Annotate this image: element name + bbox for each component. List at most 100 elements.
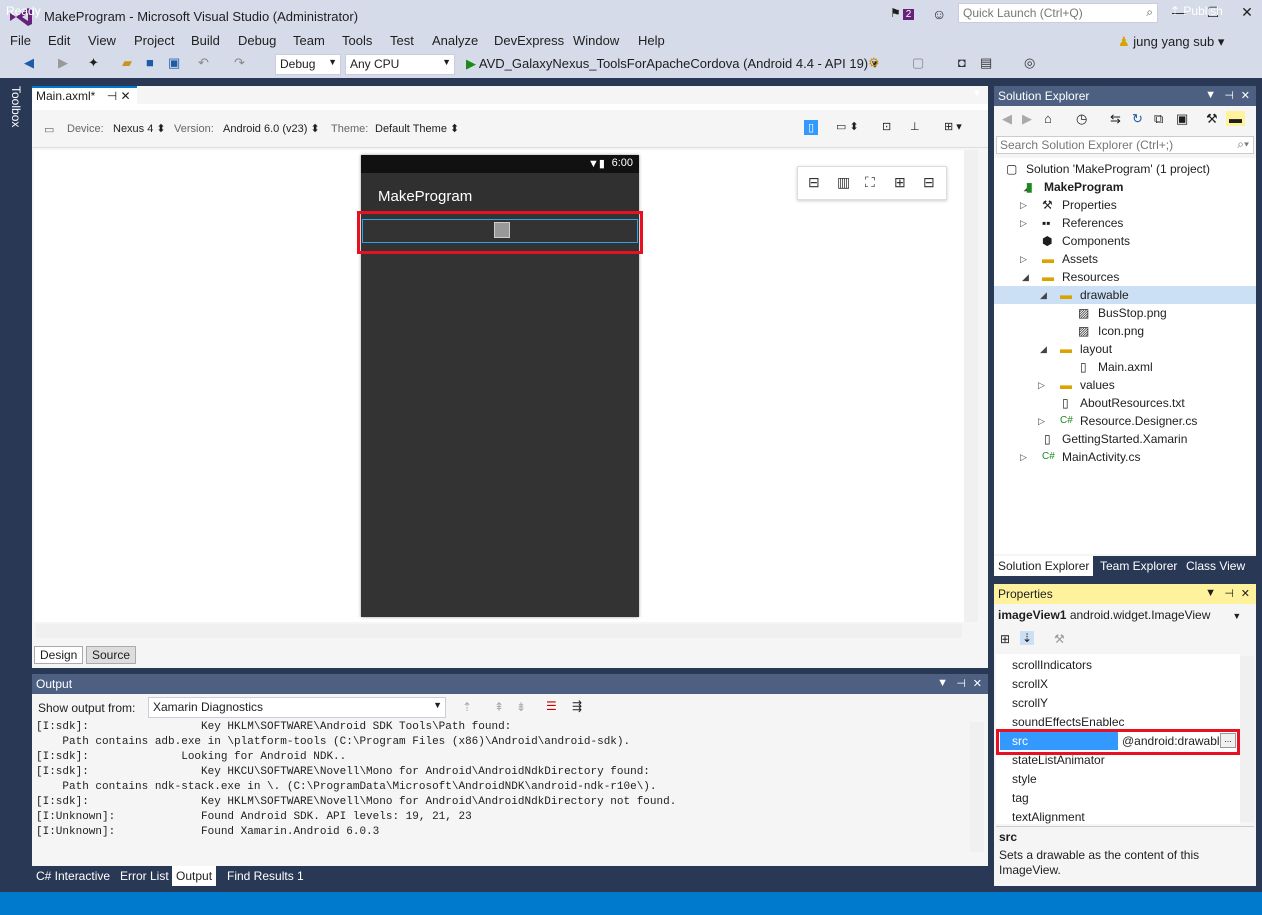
- pin-icon[interactable]: ⊣: [956, 677, 966, 690]
- wrench-icon[interactable]: ⚒: [1054, 632, 1065, 646]
- tree-item-resources[interactable]: ◢ ▬ Resources: [994, 268, 1256, 286]
- menu-test[interactable]: Test: [390, 33, 414, 48]
- tree-item-project[interactable]: ◢ ▮ MakeProgram: [994, 178, 1256, 196]
- tree-item-assets[interactable]: ▷ ▬ Assets: [994, 250, 1256, 268]
- tab-team-explorer[interactable]: Team Explorer: [1096, 556, 1181, 576]
- close-icon[interactable]: ✕: [1241, 587, 1250, 600]
- menu-debug[interactable]: Debug: [238, 33, 276, 48]
- pin-icon[interactable]: ⊣: [1224, 587, 1234, 600]
- android-sdk-icon[interactable]: ⚙: [868, 55, 880, 71]
- fullscreen-icon[interactable]: ⛶: [865, 174, 875, 191]
- collapse-all-icon[interactable]: ⧉: [1154, 111, 1163, 127]
- menu-team[interactable]: Team: [293, 33, 325, 48]
- tree-item-resource-designer[interactable]: ▷ C# Resource.Designer.cs: [994, 412, 1256, 430]
- output-text[interactable]: [I:sdk]: Key HKLM\SOFTWARE\Android SDK T…: [36, 720, 966, 860]
- code-view-icon[interactable]: ⊡: [882, 120, 891, 133]
- canvas-vertical-scrollbar[interactable]: [964, 150, 978, 622]
- pin-icon[interactable]: ⊣: [1224, 89, 1234, 102]
- properties-wrench-icon[interactable]: ⚒: [1206, 111, 1218, 127]
- property-row[interactable]: style: [1012, 772, 1037, 786]
- tab-find-results[interactable]: Find Results 1: [223, 866, 308, 886]
- device-select[interactable]: Nexus 4 ⬍: [113, 122, 166, 135]
- output-source-select[interactable]: Xamarin Diagnostics ▼: [148, 697, 446, 718]
- pointer-icon[interactable]: ⊥: [910, 120, 920, 133]
- tree-item-icon-png[interactable]: ▨ Icon.png: [994, 322, 1256, 340]
- expander-icon[interactable]: ▷: [1020, 250, 1027, 268]
- tree-item-gettingstarted[interactable]: ▯ GettingStarted.Xamarin: [994, 430, 1256, 448]
- tree-item-busstop-png[interactable]: ▨ BusStop.png: [994, 304, 1256, 322]
- pending-changes-icon[interactable]: ◷: [1076, 111, 1087, 127]
- publish-button[interactable]: ⇡ Publish: [1170, 4, 1223, 18]
- save-all-icon[interactable]: ▣: [168, 55, 180, 71]
- next-message-icon[interactable]: ⇟: [516, 700, 526, 714]
- properties-object-select[interactable]: imageView1 android.widget.ImageView ▼: [998, 608, 1241, 622]
- layout-icon[interactable]: ⊟: [808, 174, 820, 191]
- settings-icon[interactable]: ◎: [1024, 55, 1035, 71]
- new-project-icon[interactable]: ✦: [88, 55, 99, 71]
- dropdown-icon[interactable]: ▼: [1205, 587, 1216, 599]
- back-icon[interactable]: ◀: [1002, 111, 1012, 127]
- expander-icon[interactable]: ▷: [1038, 376, 1045, 394]
- quick-launch-input[interactable]: Quick Launch (Ctrl+Q) ⌕: [958, 3, 1158, 23]
- close-icon[interactable]: ✕: [121, 89, 131, 103]
- property-row[interactable]: scrollIndicators: [1012, 658, 1092, 672]
- tab-csharp-interactive[interactable]: C# Interactive: [32, 866, 114, 886]
- tab-output[interactable]: Output: [172, 866, 217, 886]
- version-select[interactable]: Android 6.0 (v23) ⬍: [223, 122, 320, 135]
- tab-design[interactable]: Design: [34, 646, 84, 664]
- tab-class-view[interactable]: Class View: [1182, 556, 1249, 576]
- expander-icon[interactable]: ◢: [1040, 340, 1047, 358]
- configuration-select[interactable]: Debug ▼: [275, 54, 341, 75]
- show-all-files-icon[interactable]: ▣: [1176, 111, 1188, 127]
- canvas-horizontal-scrollbar[interactable]: [36, 624, 962, 638]
- platform-select[interactable]: Any CPU ▼: [345, 54, 455, 75]
- close-icon[interactable]: ✕: [1241, 89, 1250, 102]
- zoom-in-icon[interactable]: ⊞: [894, 174, 906, 191]
- save-icon[interactable]: ■: [146, 55, 154, 70]
- property-row[interactable]: soundEffectsEnablec: [1012, 715, 1125, 729]
- menu-build[interactable]: Build: [191, 33, 220, 48]
- open-icon[interactable]: ▰: [122, 55, 132, 71]
- property-row[interactable]: scrollY: [1012, 696, 1048, 710]
- landscape-button[interactable]: ▭ ⬍: [836, 120, 859, 133]
- tree-item-components[interactable]: ⬢ Components: [994, 232, 1256, 250]
- property-row[interactable]: stateListAnimator: [1012, 753, 1105, 767]
- tab-error-list[interactable]: Error List: [116, 866, 173, 886]
- solution-search-input[interactable]: Search Solution Explorer (Ctrl+;) ⌕▾: [996, 136, 1254, 154]
- expander-icon[interactable]: ▷: [1020, 214, 1027, 232]
- output-vertical-scrollbar[interactable]: [970, 722, 984, 852]
- menu-file[interactable]: File: [10, 33, 31, 48]
- property-row[interactable]: scrollX: [1012, 677, 1048, 691]
- tree-item-mainactivity[interactable]: ▷ C# MainActivity.cs: [994, 448, 1256, 466]
- tree-item-aboutresources[interactable]: ▯ AboutResources.txt: [994, 394, 1256, 412]
- menu-window[interactable]: Window: [573, 33, 619, 48]
- undo-icon[interactable]: ↶: [198, 55, 209, 71]
- back-icon[interactable]: ◀: [24, 55, 34, 71]
- user-account[interactable]: ♟ jung yang sub ▾: [1118, 34, 1224, 50]
- property-row[interactable]: tag: [1012, 791, 1029, 805]
- menu-project[interactable]: Project: [134, 33, 174, 48]
- tree-item-properties[interactable]: ▷ ⚒ Properties: [994, 196, 1256, 214]
- grid-icon[interactable]: ⊞ ▾: [944, 120, 962, 133]
- expander-icon[interactable]: ▷: [1020, 196, 1027, 214]
- camera-icon[interactable]: ◘: [958, 55, 966, 70]
- sync-icon[interactable]: ⇆: [1110, 111, 1121, 127]
- run-button[interactable]: ▶ AVD_GalaxyNexus_ToolsForApacheCordova …: [466, 56, 878, 72]
- home-icon[interactable]: ⌂: [1044, 111, 1052, 126]
- tab-solution-explorer[interactable]: Solution Explorer: [994, 556, 1094, 576]
- portrait-button[interactable]: ▯: [804, 120, 819, 135]
- menu-tools[interactable]: Tools: [342, 33, 372, 48]
- dropdown-icon[interactable]: ▼: [937, 677, 948, 689]
- refresh-icon[interactable]: ↻: [1132, 111, 1143, 127]
- theme-select[interactable]: Default Theme ⬍: [375, 122, 459, 135]
- tab-main-axml[interactable]: Main.axml* ⊣ ✕: [32, 86, 137, 104]
- redo-icon[interactable]: ↷: [234, 55, 245, 71]
- toolbox-tab[interactable]: Toolbox: [9, 86, 23, 127]
- terminal-icon[interactable]: ▤: [980, 55, 992, 71]
- alphabetical-icon[interactable]: ⇣: [1020, 631, 1035, 645]
- forward-icon[interactable]: ▶: [1022, 111, 1032, 127]
- menu-edit[interactable]: Edit: [48, 33, 70, 48]
- notifications-button[interactable]: ⚑ 2: [890, 6, 915, 20]
- menu-devexpress[interactable]: DevExpress: [494, 33, 564, 48]
- fit-icon[interactable]: ▥: [837, 174, 850, 191]
